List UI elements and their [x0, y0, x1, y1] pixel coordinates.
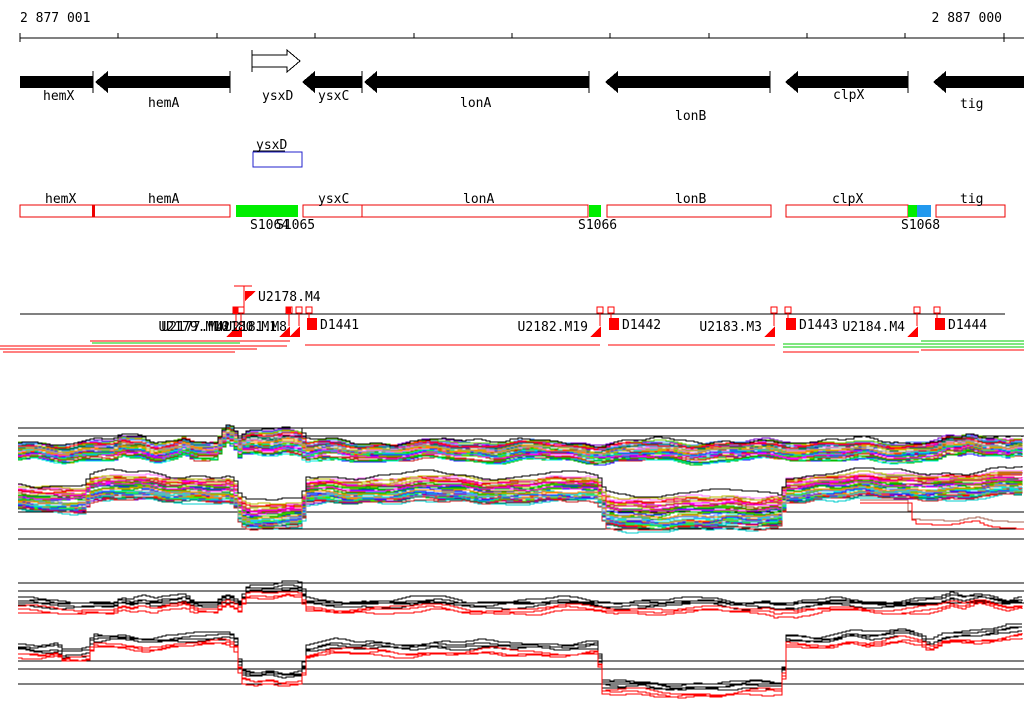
segment-label-hemX: hemX	[45, 192, 76, 207]
profile-trace	[18, 634, 1022, 699]
segment-box-divider	[92, 205, 95, 217]
up-flag-U2183.M3[interactable]	[764, 326, 775, 337]
down-flag-D1443[interactable]	[786, 318, 796, 330]
gene-arrow-hemA[interactable]	[95, 71, 230, 93]
misc-feature-box-ysxD[interactable]	[252, 151, 303, 168]
s-number-label-S1065: S1065	[276, 218, 315, 233]
segment-fill-S1068[interactable]	[908, 205, 917, 217]
up-flag-square	[770, 306, 778, 314]
profile-trace	[18, 633, 1023, 696]
up-flag-square	[237, 306, 245, 314]
segment-label-ysxC: ysxC	[318, 192, 349, 207]
marker-square	[233, 307, 238, 314]
segment-fill-S1066[interactable]	[589, 205, 601, 217]
gene-label-clpX: clpX	[833, 88, 864, 103]
gene-label-lonA: lonA	[460, 96, 491, 111]
segment-label-lonB: lonB	[675, 192, 706, 207]
up-flag-U2184.M4[interactable]	[907, 326, 918, 337]
down-flag-label-D1443: D1443	[799, 318, 838, 333]
gene-label-hemA: hemA	[148, 96, 179, 111]
down-flag-square	[607, 306, 615, 314]
gene-arrow-hemX[interactable]	[20, 76, 93, 88]
gene-arrow-lonA[interactable]	[364, 71, 589, 93]
down-flag-D1441[interactable]	[307, 318, 317, 330]
gene-label-ysxD: ysxD	[262, 89, 293, 104]
segment-fill-S1064/S1065[interactable]	[236, 205, 298, 217]
segment-label-hemA: hemA	[148, 192, 179, 207]
flag-label-U2178.M4: U2178.M4	[258, 290, 321, 305]
up-flag-square	[596, 306, 604, 314]
gene-label-ysxC: ysxC	[318, 89, 349, 104]
down-flag-label-D1442: D1442	[622, 318, 661, 333]
up-flag-label-U2182.M19: U2182.M19	[518, 320, 588, 335]
profile-trace	[18, 623, 1022, 687]
down-flag-square	[305, 306, 313, 314]
down-flag-square	[933, 306, 941, 314]
profile-trace	[18, 626, 1022, 689]
up-flag-U2181.M8[interactable]	[289, 326, 300, 337]
up-flag-label-U2181.M8: U2181.M8	[224, 320, 287, 335]
s-number-label-S1066: S1066	[578, 218, 617, 233]
down-flag-label-D1441: D1441	[320, 318, 359, 333]
marker-square	[286, 307, 291, 314]
scene-svg: hemX hemA ysxD ysxC lonAlonBclpXtigysxDhemX h…	[0, 33, 1024, 699]
up-flag-label-U2184.M4: U2184.M4	[842, 320, 905, 335]
down-flag-label-D1444: D1444	[948, 318, 987, 333]
gene-arrow-ysxD[interactable]	[251, 48, 301, 74]
gene-arrow-lonB[interactable]	[605, 71, 770, 93]
genome-browser-canvas: 2 877 001 2 887 000 hemX hemA ysxD ysxC lonA…	[0, 0, 1024, 714]
s-number-label-S1068: S1068	[901, 218, 940, 233]
up-flag-label-U2183.M3: U2183.M3	[699, 320, 762, 335]
down-flag-square	[784, 306, 792, 314]
segment-fill-S1068[interactable]	[917, 205, 931, 217]
up-flag-square	[913, 306, 921, 314]
gene-label-tig: tig	[960, 97, 983, 112]
profile-extra-trace	[860, 502, 1024, 530]
segment-label-clpX: clpX	[832, 192, 863, 207]
up-flag-U2182.M19[interactable]	[590, 326, 601, 337]
gene-arrow-tig[interactable]	[933, 71, 1024, 93]
segment-label-tig: tig	[960, 192, 983, 207]
gene-label-lonB: lonB	[675, 109, 706, 124]
down-flag-D1444[interactable]	[935, 318, 945, 330]
segment-label-lonA: lonA	[463, 192, 494, 207]
up-flag-square	[295, 306, 303, 314]
down-flag-D1442[interactable]	[609, 318, 619, 330]
gene-label-hemX: hemX	[43, 89, 74, 104]
flag-U2178.M4[interactable]	[245, 291, 256, 301]
